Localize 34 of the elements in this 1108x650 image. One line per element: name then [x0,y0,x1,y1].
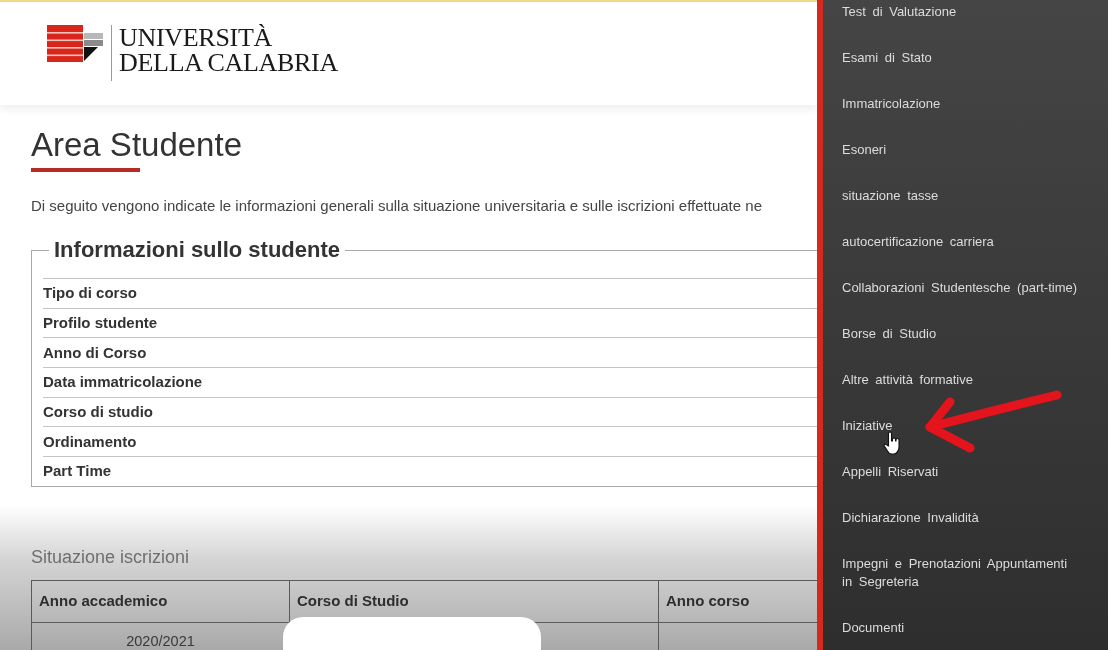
page-title: Area Studente [31,125,242,165]
menu-item[interactable]: Appelli Riservati [842,463,939,481]
menu-item[interactable]: Dichiarazione Invalidità [842,509,979,527]
field-label: Corso di studio [43,402,153,423]
menu-item[interactable]: autocertificazione carriera [842,233,994,251]
logo-wordmark: DELLA CALABRIA [119,50,338,75]
logo-icon [47,25,103,62]
menu-item[interactable]: Iniziative [842,417,893,435]
menu-item[interactable]: situazione tasse [842,187,939,205]
arrow-icon [925,388,1062,454]
menu-item[interactable]: Impegni e Prenotazioni Appuntamenti in Segreteria [842,555,1080,591]
field-label: Data immatricolazione [43,372,203,393]
field-label: Part Time [43,461,112,482]
column-header: Corso di Studio [297,591,409,612]
menu-item[interactable]: Altre attività formative [842,371,973,389]
section-title: Situazione iscrizioni [31,545,190,569]
field-label: Tipo di corso [43,283,137,304]
panel-legend: Informazioni sullo studente [49,236,345,264]
intro-text: Di seguito vengono indicate le informazioni generali sulla situazione universitaria e sulle iscrizioni effettuate ne [31,196,762,216]
column-header: Anno corso [666,591,750,612]
menu-item[interactable]: Documenti [842,619,905,637]
table-cell: 2020/2021 [126,631,195,650]
field-label: Anno di Corso [43,342,147,363]
menu-item[interactable]: Esoneri [842,141,887,159]
menu-item[interactable]: Esami di Stato [842,49,932,67]
field-label: Profilo studente [43,313,158,334]
menu-item[interactable]: Borse di Studio [842,325,937,343]
field-label: Ordinamento [43,431,137,452]
column-header: Anno accademico [39,591,168,612]
logo-wordmark: UNIVERSITÀ [119,25,272,50]
menu-item[interactable]: Collaborazioni Studentesche (part-time) [842,279,1078,297]
menu-item[interactable]: Test di Valutazione [842,3,957,21]
hand-cursor-icon [883,431,901,455]
menu-item[interactable]: Immatricolazione [842,95,941,113]
